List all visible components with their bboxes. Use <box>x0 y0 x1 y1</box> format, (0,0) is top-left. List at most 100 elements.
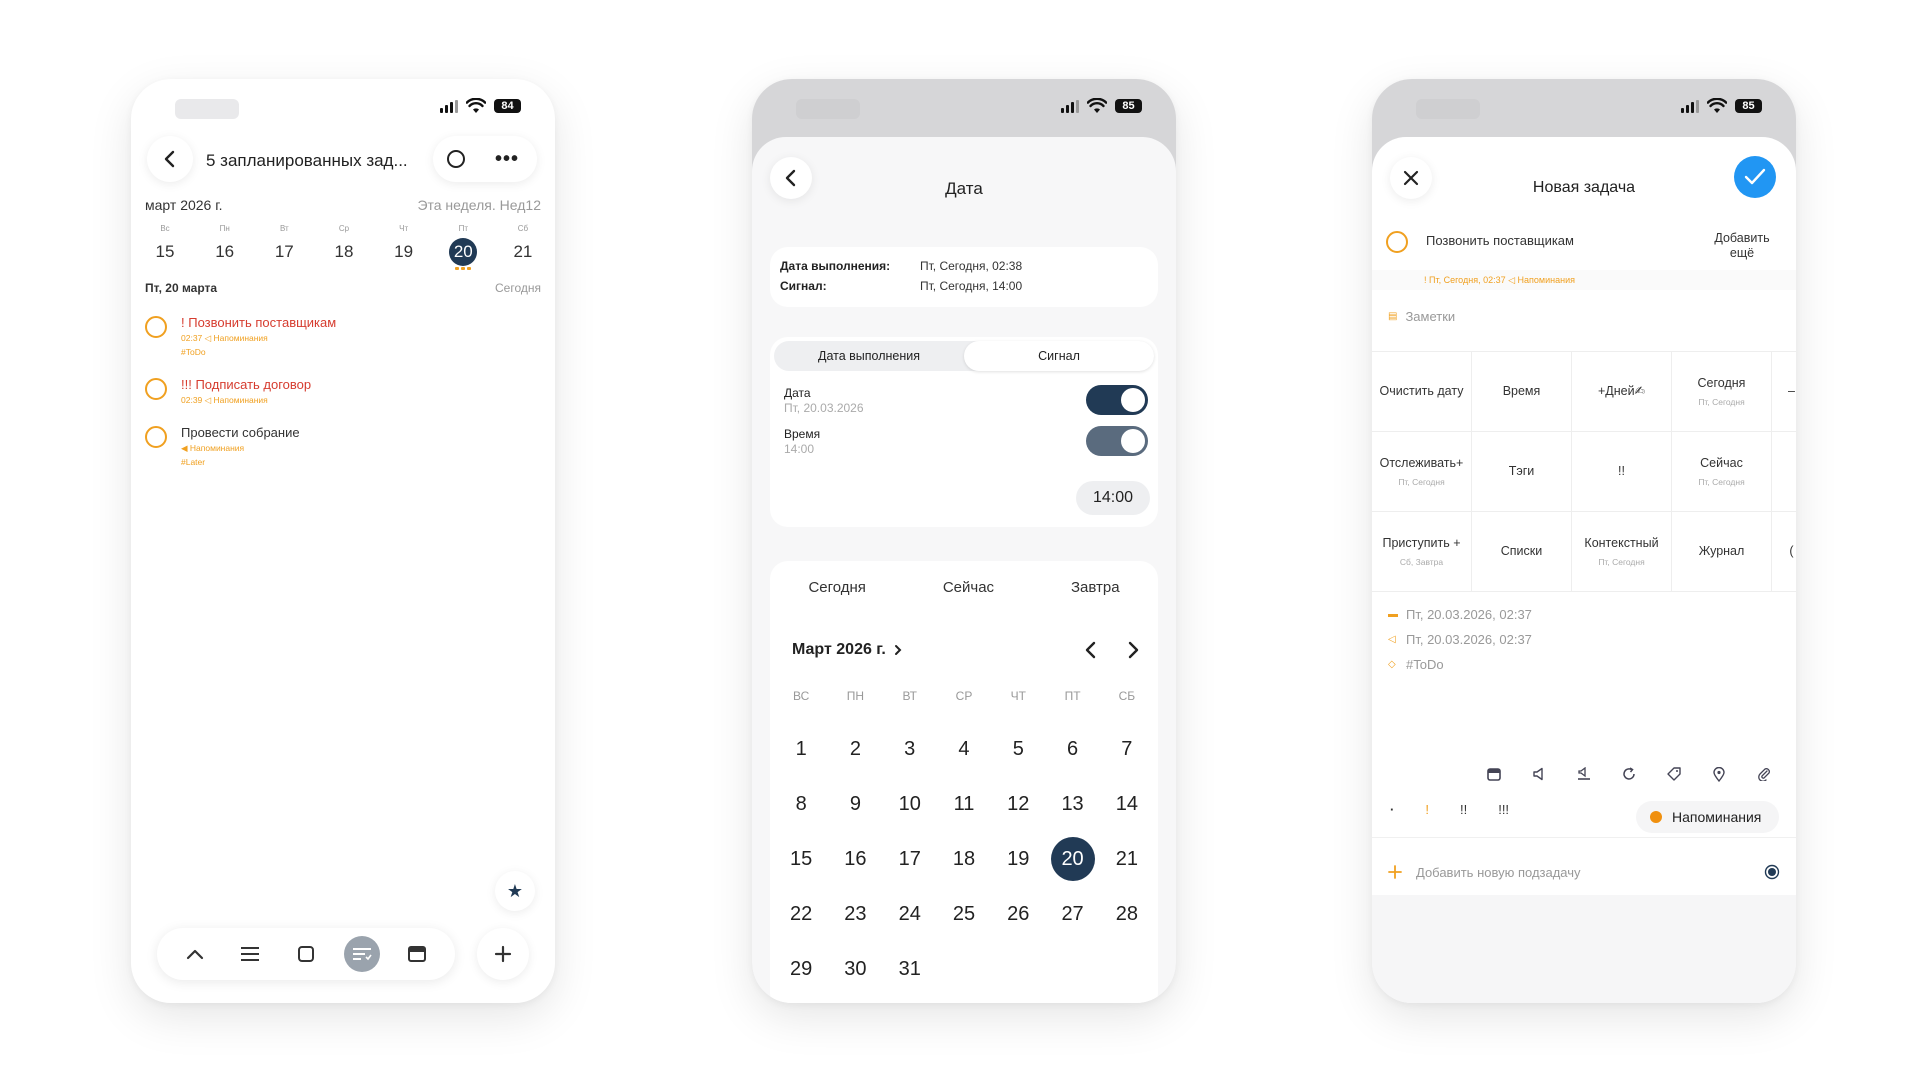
calendar-day[interactable]: 10 <box>883 776 937 831</box>
meta-row-due[interactable]: ▬ Пт, 20.03.2026, 02:37 <box>1388 607 1532 622</box>
calendar-day[interactable]: 22 <box>774 886 828 941</box>
week-day-selected[interactable]: Пт 20 <box>441 224 485 270</box>
meta-row-tag[interactable]: ◇ #ToDo <box>1388 657 1444 672</box>
calendar-day[interactable]: 7 <box>1100 721 1154 776</box>
quick-action-cell[interactable]: ( <box>1772 512 1796 592</box>
calendar-day[interactable]: 21 <box>1100 831 1154 886</box>
calendar-day[interactable]: 19 <box>991 831 1045 886</box>
quick-action-cell[interactable]: Сейчас Пт, Сегодня <box>1672 432 1772 512</box>
calendar-day[interactable]: 15 <box>774 831 828 886</box>
quick-action-cell[interactable]: Очистить дату <box>1372 352 1472 432</box>
tab-due-date[interactable]: Дата выполнения <box>774 341 964 371</box>
priority-low[interactable]: ! <box>1425 802 1429 817</box>
calendar-day[interactable]: 9 <box>828 776 882 831</box>
calendar-day[interactable]: 26 <box>991 886 1045 941</box>
square-view-button[interactable] <box>288 936 324 972</box>
task-item[interactable]: !!! Подписать договор 02:39 ◁ Напоминани… <box>145 377 541 406</box>
quick-action-cell[interactable]: Списки <box>1472 512 1572 592</box>
week-day[interactable]: Ср 18 <box>322 224 366 270</box>
calendar-day[interactable]: 12 <box>991 776 1045 831</box>
calendar-day[interactable]: 18 <box>937 831 991 886</box>
calendar-day[interactable]: 1 <box>774 721 828 776</box>
quick-today[interactable]: Сегодня <box>808 579 866 596</box>
paperclip-icon[interactable] <box>1754 764 1774 784</box>
filter-view-button[interactable] <box>343 936 380 972</box>
task-checkbox[interactable] <box>1386 231 1408 253</box>
quick-action-cell[interactable]: Сегодня Пт, Сегодня <box>1672 352 1772 432</box>
week-day[interactable]: Сб 21 <box>501 224 545 270</box>
calendar-day[interactable]: 16 <box>828 831 882 886</box>
calendar-day[interactable]: 27 <box>1045 886 1099 941</box>
calendar-day[interactable]: 31 <box>883 941 937 996</box>
list-chip[interactable]: Напоминания <box>1636 801 1780 833</box>
calendar-day[interactable]: 14 <box>1100 776 1154 831</box>
collapse-button[interactable] <box>177 936 213 972</box>
calendar-day[interactable]: 24 <box>883 886 937 941</box>
calendar-day[interactable]: 2 <box>828 721 882 776</box>
quick-action-cell[interactable] <box>1772 432 1796 512</box>
add-task-button[interactable] <box>477 928 529 980</box>
quick-action-cell[interactable]: Контекстный Пт, Сегодня <box>1572 512 1672 592</box>
time-toggle[interactable] <box>1086 426 1148 456</box>
tab-signal[interactable]: Сигнал <box>964 341 1154 371</box>
add-more-button[interactable]: Добавить ещё <box>1706 231 1778 261</box>
prev-month-icon[interactable] <box>1084 641 1098 659</box>
priority-high[interactable]: !!! <box>1498 802 1509 817</box>
location-pin-icon[interactable] <box>1709 764 1729 784</box>
auto-speaker-icon[interactable] <box>1574 764 1594 784</box>
filter-circle-icon[interactable] <box>447 150 465 168</box>
repeat-icon[interactable] <box>1619 764 1639 784</box>
next-month-icon[interactable] <box>1126 641 1140 659</box>
calendar-day[interactable]: 23 <box>828 886 882 941</box>
quick-action-cell[interactable]: Журнал <box>1672 512 1772 592</box>
list-view-button[interactable] <box>232 936 268 972</box>
week-day[interactable]: Вс 15 <box>143 224 187 270</box>
calendar-view-button[interactable] <box>399 936 435 972</box>
calendar-day[interactable]: 5 <box>991 721 1045 776</box>
meta-row-signal[interactable]: ◁ Пт, 20.03.2026, 02:37 <box>1388 632 1532 647</box>
calendar-icon[interactable] <box>1484 764 1504 784</box>
calendar-day[interactable]: 3 <box>883 721 937 776</box>
calendar-day[interactable]: 4 <box>937 721 991 776</box>
date-toggle[interactable] <box>1086 385 1148 415</box>
calendar-day[interactable]: 11 <box>937 776 991 831</box>
calendar-day[interactable]: 28 <box>1100 886 1154 941</box>
speaker-icon[interactable] <box>1529 764 1549 784</box>
favorites-button[interactable]: ★ <box>495 871 535 911</box>
week-day[interactable]: Чт 19 <box>382 224 426 270</box>
quick-action-cell[interactable]: Отслеживать+ Пт, Сегодня <box>1372 432 1472 512</box>
task-checkbox[interactable] <box>145 378 167 400</box>
time-chip[interactable]: 14:00 <box>1076 481 1150 515</box>
quick-action-cell[interactable]: +Дней✍ <box>1572 352 1672 432</box>
calendar-day[interactable]: 8 <box>774 776 828 831</box>
save-button[interactable] <box>1734 156 1776 198</box>
calendar-day[interactable]: 6 <box>1045 721 1099 776</box>
week-day[interactable]: Вт 17 <box>262 224 306 270</box>
quick-action-cell[interactable]: – <box>1772 352 1796 432</box>
month-selector[interactable]: Март 2026 г. <box>792 641 902 659</box>
priority-medium[interactable]: !! <box>1460 802 1467 817</box>
quick-action-cell[interactable]: Время <box>1472 352 1572 432</box>
calendar-day[interactable]: 30 <box>828 941 882 996</box>
quick-tomorrow[interactable]: Завтра <box>1071 579 1120 596</box>
notes-field[interactable]: ▤ Заметки <box>1388 309 1455 324</box>
week-day[interactable]: Пн 16 <box>203 224 247 270</box>
quick-now[interactable]: Сейчас <box>943 579 994 596</box>
add-subtask-row[interactable]: Добавить новую подзадачу <box>1388 864 1780 880</box>
task-item[interactable]: ! Позвонить поставщикам 02:37 ◁ Напомина… <box>145 315 541 357</box>
quick-action-cell[interactable]: !! <box>1572 432 1672 512</box>
priority-none[interactable]: · <box>1390 802 1394 817</box>
calendar-day[interactable]: 17 <box>883 831 937 886</box>
calendar-day[interactable]: 13 <box>1045 776 1099 831</box>
task-item[interactable]: Провести собрание ◀ Напоминания #Later <box>145 425 541 467</box>
back-button[interactable] <box>147 136 193 182</box>
calendar-day[interactable]: 29 <box>774 941 828 996</box>
tag-icon[interactable] <box>1664 764 1684 784</box>
task-checkbox[interactable] <box>145 426 167 448</box>
radio-target-icon[interactable] <box>1764 864 1780 880</box>
month-label[interactable]: март 2026 г. <box>145 197 223 213</box>
more-icon[interactable]: ••• <box>495 148 519 171</box>
quick-action-cell[interactable]: Приступить + Сб, Завтра <box>1372 512 1472 592</box>
task-checkbox[interactable] <box>145 316 167 338</box>
calendar-day[interactable]: 25 <box>937 886 991 941</box>
